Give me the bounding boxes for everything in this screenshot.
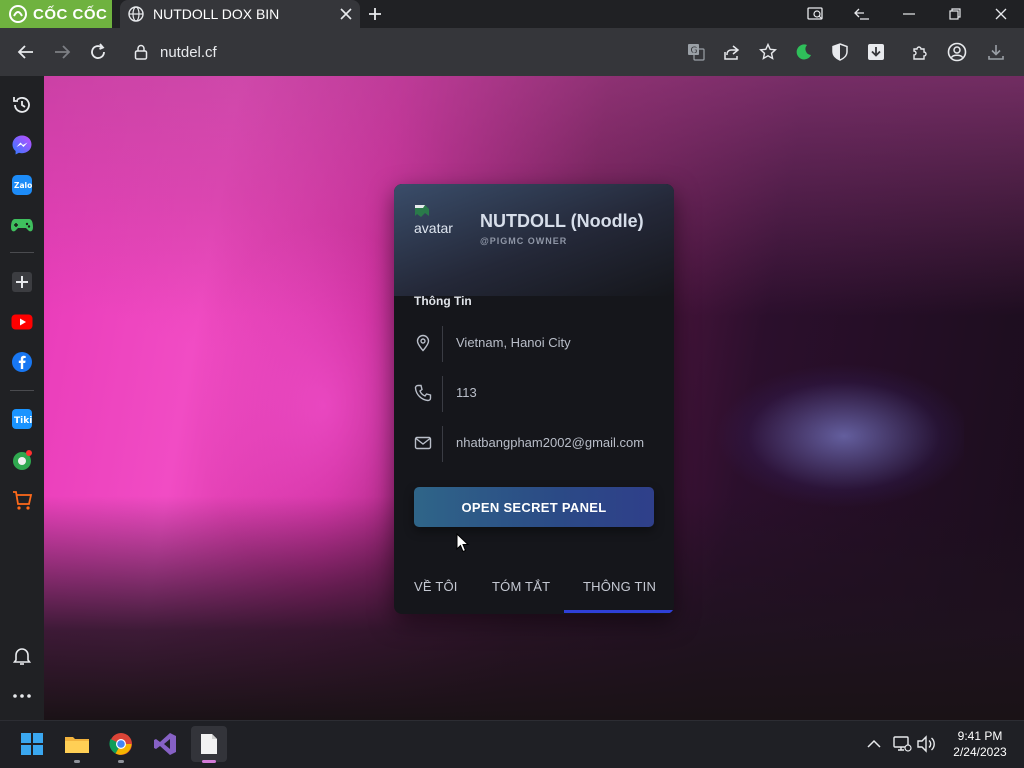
broken-image-icon bbox=[414, 204, 430, 220]
tab-tom-tat[interactable]: TÓM TẮT bbox=[492, 579, 550, 603]
shield-icon[interactable] bbox=[826, 38, 854, 66]
globe-icon bbox=[128, 6, 144, 22]
profile-card: avatar NUTDOLL (Noodle) @PIGMC OWNER Thô… bbox=[394, 184, 674, 614]
reload-button[interactable] bbox=[84, 38, 112, 66]
active-tab-indicator bbox=[564, 610, 674, 613]
mail-icon bbox=[414, 434, 432, 452]
back-list-icon[interactable] bbox=[840, 0, 884, 28]
windows-start-icon[interactable] bbox=[14, 726, 50, 762]
phone-value: 113 bbox=[456, 385, 477, 400]
url-text[interactable]: nutdel.cf bbox=[160, 44, 217, 61]
bookmark-star-icon[interactable] bbox=[754, 38, 782, 66]
clock-time: 9:41 PM bbox=[957, 729, 1003, 743]
section-title: Thông Tin bbox=[414, 294, 472, 308]
back-button[interactable] bbox=[12, 38, 40, 66]
open-secret-panel-button[interactable]: OPEN SECRET PANEL bbox=[414, 487, 654, 527]
profile-role: @PIGMC OWNER bbox=[480, 236, 568, 246]
coccoc-menu-button[interactable]: CỐC CỐC bbox=[0, 0, 112, 28]
add-shortcut-icon[interactable] bbox=[8, 268, 36, 296]
taskbar-active-indicator bbox=[202, 760, 216, 763]
tab-title: NUTDOLL DOX BIN bbox=[153, 6, 280, 22]
sidebar-divider-2 bbox=[10, 390, 34, 391]
svg-text:Zalo: Zalo bbox=[14, 181, 32, 190]
file-explorer-icon[interactable] bbox=[59, 726, 95, 762]
tab-ve-toi[interactable]: VỀ TÔI bbox=[414, 579, 458, 603]
more-options-icon[interactable] bbox=[8, 682, 36, 710]
minimize-button[interactable] bbox=[887, 0, 931, 28]
messenger-icon[interactable] bbox=[8, 131, 36, 159]
history-icon[interactable] bbox=[8, 91, 36, 119]
football-icon[interactable] bbox=[8, 446, 36, 474]
clock-date: 2/24/2023 bbox=[953, 745, 1007, 759]
svg-text:Tiki: Tiki bbox=[14, 416, 32, 426]
sidebar-divider bbox=[10, 252, 34, 253]
taskbar-running-indicator bbox=[74, 760, 80, 763]
network-icon[interactable] bbox=[892, 734, 912, 754]
phone-icon bbox=[414, 384, 432, 402]
visual-studio-icon[interactable] bbox=[147, 726, 183, 762]
tiki-icon[interactable]: Tiki bbox=[8, 405, 36, 433]
downloads-icon[interactable] bbox=[982, 38, 1010, 66]
taskbar-running-indicator-2 bbox=[118, 760, 124, 763]
lock-icon[interactable] bbox=[134, 44, 148, 60]
translate-icon[interactable]: G bbox=[682, 38, 710, 66]
avatar-alt-text: avatar bbox=[414, 220, 453, 236]
browser-tab-active[interactable]: NUTDOLL DOX BIN bbox=[120, 0, 360, 28]
location-value: Vietnam, Hanoi City bbox=[456, 335, 571, 350]
savior-download-icon[interactable] bbox=[862, 38, 890, 66]
tab-thong-tin[interactable]: THÔNG TIN bbox=[583, 579, 656, 603]
shopping-cart-icon[interactable] bbox=[8, 486, 36, 514]
avatar: avatar bbox=[414, 204, 464, 254]
profile-name: NUTDOLL (Noodle) bbox=[480, 211, 644, 231]
youtube-icon[interactable] bbox=[8, 308, 36, 336]
location-pin-icon bbox=[414, 334, 432, 352]
volume-icon[interactable] bbox=[916, 734, 936, 754]
coccoc-taskbar-icon[interactable] bbox=[191, 726, 227, 762]
share-icon[interactable] bbox=[718, 38, 746, 66]
address-bar[interactable]: nutdel.cf bbox=[124, 35, 624, 69]
email-value: nhatbangpham2002@gmail.com bbox=[456, 435, 645, 450]
game-controller-icon[interactable] bbox=[8, 211, 36, 239]
close-window-button[interactable] bbox=[979, 0, 1023, 28]
notification-bell-icon[interactable] bbox=[8, 642, 36, 670]
restore-button[interactable] bbox=[933, 0, 977, 28]
brand-label: CỐC CỐC bbox=[33, 5, 108, 23]
mouse-cursor-icon bbox=[456, 533, 470, 553]
info-row-phone: 113 bbox=[394, 376, 674, 412]
coccoc-logo-icon bbox=[8, 4, 28, 24]
new-tab-button[interactable] bbox=[364, 3, 386, 25]
zalo-icon[interactable]: Zalo bbox=[8, 171, 36, 199]
chrome-icon[interactable] bbox=[103, 726, 139, 762]
close-tab-icon[interactable] bbox=[332, 0, 360, 28]
tab-search-button[interactable] bbox=[794, 0, 838, 28]
info-row-email: nhatbangpham2002@gmail.com bbox=[394, 426, 674, 462]
show-hidden-icons-chevron-icon[interactable] bbox=[864, 734, 884, 754]
forward-button[interactable] bbox=[48, 38, 76, 66]
facebook-icon[interactable] bbox=[8, 348, 36, 376]
extensions-puzzle-icon[interactable] bbox=[906, 38, 934, 66]
profile-icon[interactable] bbox=[943, 38, 971, 66]
system-clock[interactable]: 9:41 PM 2/24/2023 bbox=[940, 728, 1020, 760]
info-row-location: Vietnam, Hanoi City bbox=[394, 326, 674, 362]
dark-mode-moon-icon[interactable] bbox=[790, 38, 818, 66]
